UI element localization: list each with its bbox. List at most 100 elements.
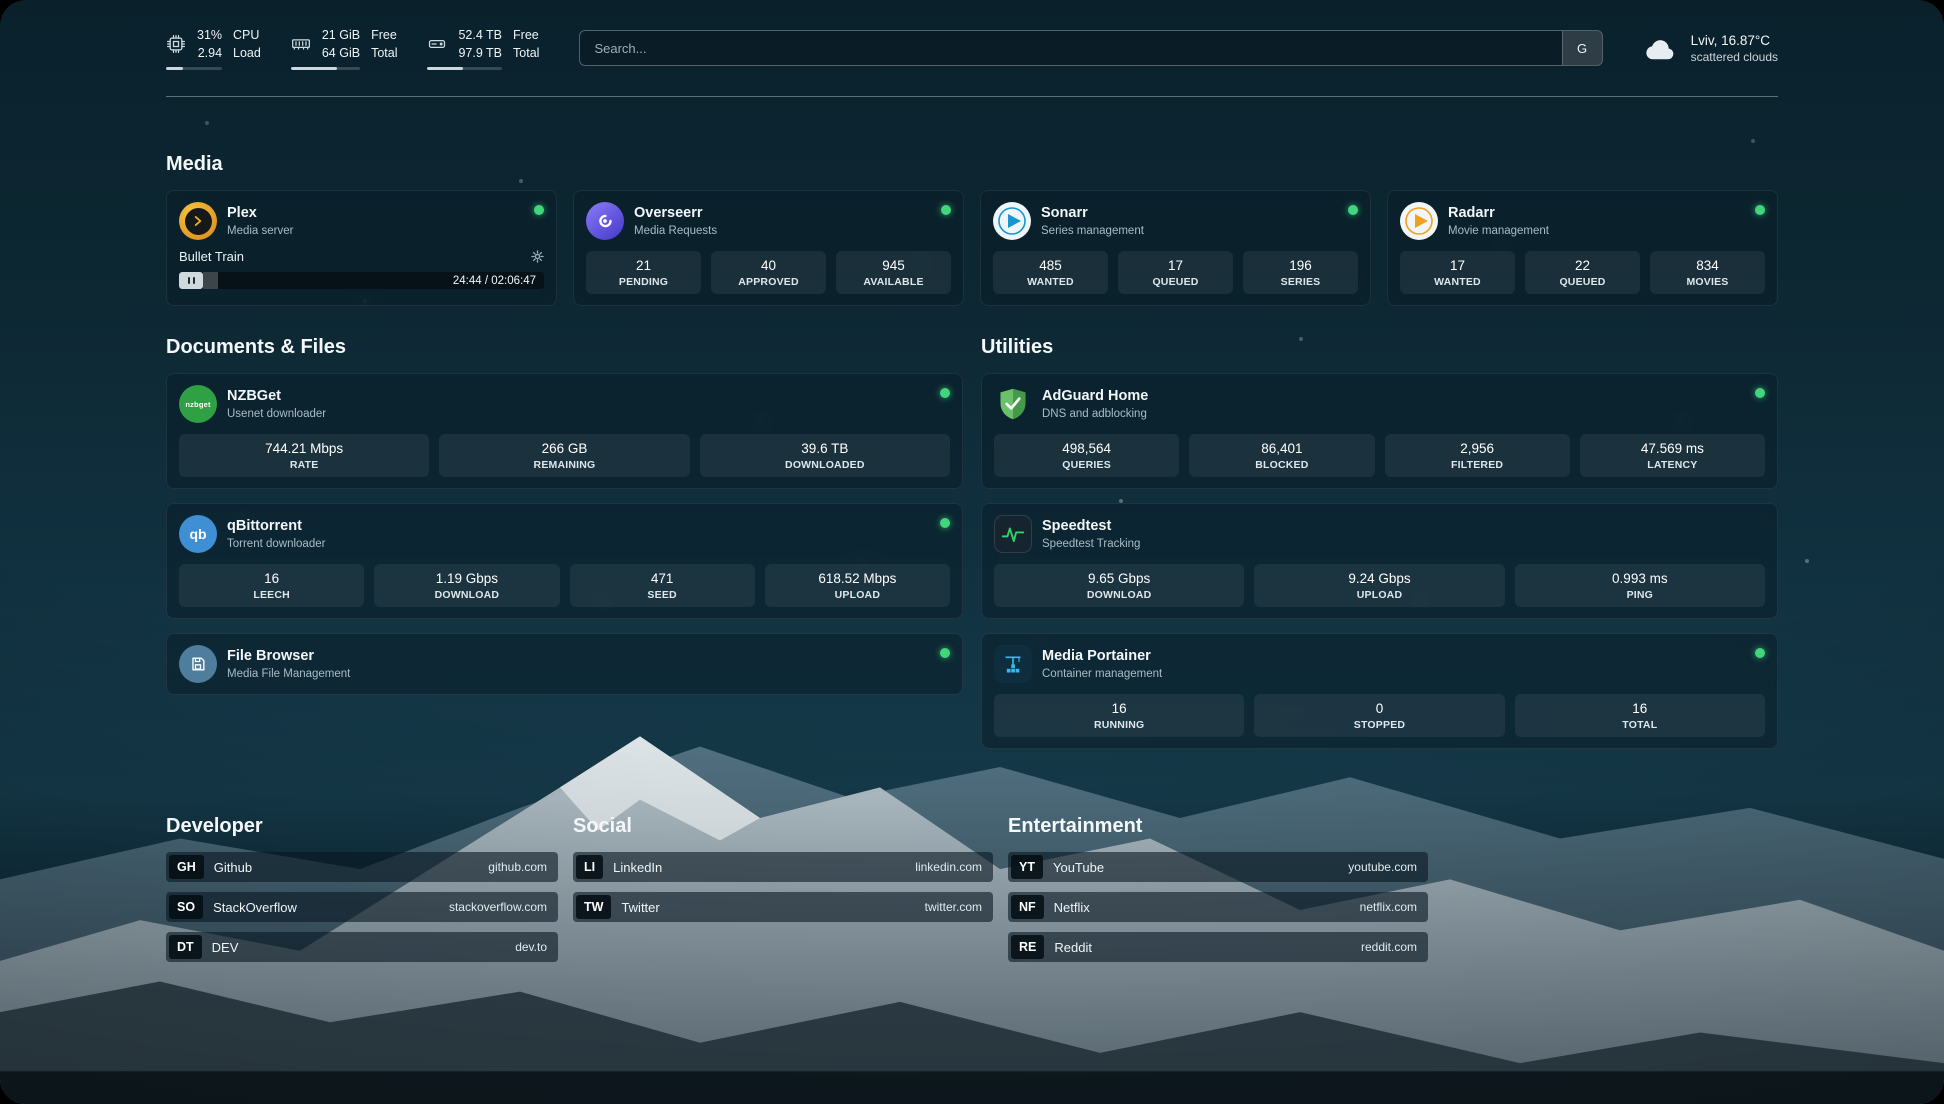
bookmark-url: netflix.com — [1360, 900, 1417, 914]
portainer-icon — [994, 645, 1032, 683]
bookmark-url: stackoverflow.com — [449, 900, 547, 914]
bookmark-stackoverflow[interactable]: SO StackOverflow stackoverflow.com — [166, 892, 558, 922]
status-dot — [1348, 205, 1358, 215]
playback-time: 24:44 / 02:06:47 — [453, 275, 536, 287]
stat-tile: 16 RUNNING — [994, 694, 1244, 737]
bookmark-url: twitter.com — [925, 900, 982, 914]
nzbget-card[interactable]: nzbget NZBGet Usenet downloader 744.21 M… — [166, 373, 963, 489]
bookmark-abbr: DT — [169, 935, 202, 959]
service-name: AdGuard Home — [1042, 388, 1148, 405]
system-widgets: 31%2.94 CPULoad 21 GiB64 GiB — [166, 26, 539, 70]
stat-tile: 196 SERIES — [1243, 251, 1358, 294]
bookmark-url: linkedin.com — [915, 860, 982, 874]
bookmark-name: LinkedIn — [613, 860, 662, 875]
playback-progress-bar[interactable]: 24:44 / 02:06:47 — [179, 272, 544, 289]
plex-icon — [179, 202, 217, 240]
section-title-media: Media — [166, 153, 1778, 176]
speedtest-icon — [994, 515, 1032, 553]
stat-tile: 744.21 Mbps RATE — [179, 434, 429, 477]
weather-text: Lviv, 16.87°C scattered clouds — [1691, 33, 1778, 64]
search-engine-button[interactable]: G — [1562, 31, 1602, 65]
service-desc: Usenet downloader — [227, 408, 326, 420]
cpu-usage-bar — [166, 67, 222, 70]
bookmark-abbr: SO — [169, 895, 203, 919]
overseerr-card[interactable]: Overseerr Media Requests 21 PENDING 40 A… — [573, 190, 964, 306]
service-name: Overseerr — [634, 205, 717, 222]
status-dot — [1755, 648, 1765, 658]
status-dot — [941, 205, 951, 215]
media-cards-row: Plex Media server Bullet Train — [166, 190, 1778, 306]
bookmark-name: Netflix — [1054, 900, 1090, 915]
stat-tile: 47.569 ms LATENCY — [1580, 434, 1765, 477]
dashboard-screen: 31%2.94 CPULoad 21 GiB64 GiB — [0, 0, 1944, 1104]
nzbget-icon: nzbget — [179, 385, 217, 423]
bookmark-abbr: TW — [576, 895, 611, 919]
search-input[interactable] — [580, 31, 1561, 65]
bookmarks-social: Social LI LinkedIn linkedin.com TW Twitt… — [573, 815, 993, 932]
bookmark-abbr: GH — [169, 855, 204, 879]
status-dot — [1755, 205, 1765, 215]
bookmark-youtube[interactable]: YT YouTube youtube.com — [1008, 852, 1428, 882]
stat-tile: 498,564 QUERIES — [994, 434, 1179, 477]
cpu-icon — [166, 34, 186, 54]
stat-tile: 485 WANTED — [993, 251, 1108, 294]
disk-values: 52.4 TB97.9 TB — [458, 26, 502, 62]
bookmark-abbr: NF — [1011, 895, 1044, 919]
now-playing-title: Bullet Train — [179, 249, 244, 264]
pause-button[interactable] — [179, 272, 203, 289]
weather-condition: scattered clouds — [1691, 50, 1778, 64]
service-name: qBittorrent — [227, 518, 325, 535]
radarr-card[interactable]: Radarr Movie management 17 WANTED 22 QUE… — [1387, 190, 1778, 306]
qbittorrent-card[interactable]: qb qBittorrent Torrent downloader 16 LEE… — [166, 503, 963, 619]
bookmark-url: youtube.com — [1348, 860, 1417, 874]
bookmark-github[interactable]: GH Github github.com — [166, 852, 558, 882]
memory-widget: 21 GiB64 GiB FreeTotal — [291, 26, 398, 70]
sonarr-card[interactable]: Sonarr Series management 485 WANTED 17 Q… — [980, 190, 1371, 306]
cpu-labels: CPULoad — [233, 26, 261, 62]
section-title-developer: Developer — [166, 815, 558, 838]
bookmark-netflix[interactable]: NF Netflix netflix.com — [1008, 892, 1428, 922]
memory-icon — [291, 34, 311, 54]
bookmark-name: StackOverflow — [213, 900, 297, 915]
stat-tile: 16 LEECH — [179, 564, 364, 607]
radarr-icon — [1400, 202, 1438, 240]
progress-elapsed — [203, 272, 218, 289]
bookmark-reddit[interactable]: RE Reddit reddit.com — [1008, 932, 1428, 962]
section-title-documents: Documents & Files — [166, 336, 963, 359]
disk-widget: 52.4 TB97.9 TB FreeTotal — [427, 26, 539, 70]
bookmark-abbr: RE — [1011, 935, 1044, 959]
status-dot — [940, 518, 950, 528]
stat-tile: 618.52 Mbps UPLOAD — [765, 564, 950, 607]
stat-tile: 86,401 BLOCKED — [1189, 434, 1374, 477]
portainer-card[interactable]: Media Portainer Container management 16 … — [981, 633, 1778, 749]
plex-card[interactable]: Plex Media server Bullet Train — [166, 190, 557, 306]
stat-tile: 471 SEED — [570, 564, 755, 607]
bookmark-name: YouTube — [1053, 860, 1104, 875]
bookmark-name: Twitter — [621, 900, 659, 915]
sonarr-icon — [993, 202, 1031, 240]
memory-usage-bar — [291, 67, 360, 70]
speedtest-card[interactable]: Speedtest Speedtest Tracking 9.65 Gbps D… — [981, 503, 1778, 619]
service-desc: Media Requests — [634, 225, 717, 237]
weather-location-temp: Lviv, 16.87°C — [1691, 33, 1778, 48]
status-dot — [940, 388, 950, 398]
bookmark-twitter[interactable]: TW Twitter twitter.com — [573, 892, 993, 922]
section-title-social: Social — [573, 815, 993, 838]
memory-values: 21 GiB64 GiB — [322, 26, 360, 62]
stat-tile: 40 APPROVED — [711, 251, 826, 294]
bookmark-linkedin[interactable]: LI LinkedIn linkedin.com — [573, 852, 993, 882]
bookmark-abbr: LI — [576, 855, 603, 879]
service-desc: DNS and adblocking — [1042, 408, 1148, 420]
service-name: Speedtest — [1042, 518, 1140, 535]
stat-tile: 834 MOVIES — [1650, 251, 1765, 294]
bookmarks-entertainment: Entertainment YT YouTube youtube.com NF … — [1008, 815, 1428, 972]
bookmark-dev[interactable]: DT DEV dev.to — [166, 932, 558, 962]
cpu-widget: 31%2.94 CPULoad — [166, 26, 261, 70]
adguard-card[interactable]: AdGuard Home DNS and adblocking 498,564 … — [981, 373, 1778, 489]
filebrowser-card[interactable]: File Browser Media File Management — [166, 633, 963, 695]
gear-icon[interactable] — [531, 250, 544, 263]
top-bar: 31%2.94 CPULoad 21 GiB64 GiB — [166, 26, 1778, 70]
bookmarks-developer: Developer GH Github github.com SO StackO… — [166, 815, 558, 972]
stat-tile: 17 QUEUED — [1118, 251, 1233, 294]
service-desc: Speedtest Tracking — [1042, 538, 1140, 550]
